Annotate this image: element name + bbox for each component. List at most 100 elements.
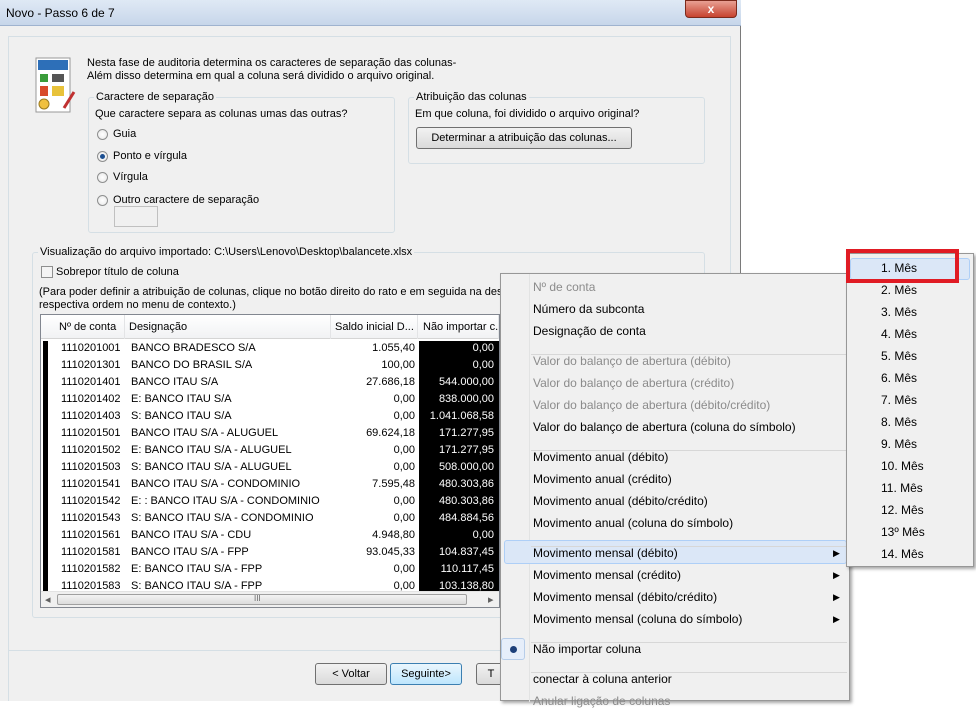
month-menu-item[interactable]: 11. Mês	[881, 481, 923, 495]
scroll-right-icon[interactable]: ▸	[488, 593, 494, 606]
month-menu-item[interactable]: 9. Mês	[881, 437, 917, 451]
table-cell: 544.000,00	[438, 376, 494, 388]
month-menu-item[interactable]: 7. Mês	[881, 393, 917, 407]
radio-guia[interactable]	[97, 129, 108, 140]
table-row[interactable]: 1110201581 BANCO ITAU S/A - FPP 93.045,33 1…	[41, 545, 499, 562]
table-body: 1110201001 BANCO BRADESCO S/A 1.055,40 0,00…	[41, 341, 499, 591]
window-title: Novo - Passo 6 de 7	[6, 6, 115, 20]
month-menu-item[interactable]: 6. Mês	[881, 371, 917, 385]
context-menu-item: Valor do balanço de abertura (débito)	[533, 354, 731, 368]
context-menu-item[interactable]: Não importar coluna	[533, 642, 641, 656]
context-menu-item: Nº de conta	[533, 280, 596, 294]
month-menu-item[interactable]: 4. Mês	[881, 327, 917, 341]
month-menu-item[interactable]: 13º Mês	[881, 525, 925, 539]
table-row[interactable]: 1110201503 S: BANCO ITAU S/A - ALUGUEL 0,0…	[41, 460, 499, 477]
preview-table[interactable]: Nº de conta Designação Saldo inicial D..…	[40, 314, 500, 608]
radio-ponto-e-virgula-label[interactable]: Ponto e vírgula	[113, 150, 187, 162]
table-row[interactable]: 1110201542 E: : BANCO ITAU S/A - CONDOMIN…	[41, 494, 499, 511]
table-row[interactable]: 1110201583 S: BANCO ITAU S/A - FPP 0,00 103…	[41, 579, 499, 591]
menu-gutter	[529, 274, 530, 702]
context-menu-item[interactable]: conectar à coluna anterior	[533, 672, 672, 686]
month-menu-item[interactable]: 3. Mês	[881, 305, 917, 319]
table-cell: 508.000,00	[438, 461, 494, 473]
table-row[interactable]: 1110201561 BANCO ITAU S/A - CDU 4.948,80 0,…	[41, 528, 499, 545]
context-menu-item: Valor do balanço de abertura (débito/cré…	[533, 398, 771, 412]
table-row[interactable]: 1110201402 E: BANCO ITAU S/A 0,00 838.000,0…	[41, 392, 499, 409]
table-row[interactable]: 1110201543 S: BANCO ITAU S/A - CONDOMINIO…	[41, 511, 499, 528]
overwrite-title-label[interactable]: Sobrepor título de coluna	[56, 266, 179, 278]
bullet-dot	[510, 646, 517, 653]
table-row[interactable]: 1110201501 BANCO ITAU S/A - ALUGUEL 69.624…	[41, 426, 499, 443]
context-menu-item[interactable]: Movimento anual (crédito)	[533, 472, 672, 486]
column-header[interactable]: Não importar c...	[419, 315, 499, 339]
context-menu-item[interactable]: Movimento mensal (débito/crédito)	[533, 590, 717, 604]
scroll-thumb[interactable]: III	[57, 594, 467, 605]
table-cell: 103.138,80	[438, 580, 494, 591]
table-cell: 1110201561	[61, 529, 121, 541]
month-menu-item[interactable]: 10. Mês	[881, 459, 924, 473]
scroll-grip-icon: III	[254, 594, 261, 603]
table-cell: 171.277,95	[438, 427, 494, 439]
table-cell: 27.686,18	[366, 376, 415, 388]
separator-legend: Caractere de separação	[94, 91, 217, 103]
table-cell: 69.624,18	[366, 427, 415, 439]
table-cell: 1110201503	[61, 461, 121, 473]
month-menu-item[interactable]: 14. Mês	[881, 547, 924, 561]
radio-virgula-label[interactable]: Vírgula	[113, 171, 148, 183]
context-menu-item[interactable]: Designação de conta	[533, 324, 646, 338]
table-cell: 1110201301	[61, 359, 121, 371]
checked-bullet-icon	[501, 638, 525, 660]
month-menu-item[interactable]: 8. Mês	[881, 415, 917, 429]
radio-ponto-e-virgula[interactable]	[97, 151, 108, 162]
separator-question: Que caractere separa as colunas umas das…	[95, 108, 348, 120]
table-row[interactable]: 1110201403 S: BANCO ITAU S/A 0,00 1.041.068…	[41, 409, 499, 426]
radio-outro[interactable]	[97, 195, 108, 206]
context-menu-item[interactable]: Movimento mensal (crédito)	[533, 568, 681, 582]
table-cell: S: BANCO ITAU S/A	[131, 410, 232, 422]
title-bar: Novo - Passo 6 de 7 x	[0, 0, 741, 26]
month-menu-item[interactable]: 5. Mês	[881, 349, 917, 363]
table-cell: 1110201542	[61, 495, 121, 507]
context-menu-item[interactable]: Movimento anual (débito)	[533, 450, 668, 464]
table-cell: 93.045,33	[366, 546, 415, 558]
table-cell: 0,00	[393, 563, 415, 575]
table-cell: 1110201001	[61, 342, 121, 354]
month-menu-item[interactable]: 2. Mês	[881, 283, 917, 297]
context-menu-item[interactable]: Movimento anual (coluna do símbolo)	[533, 516, 733, 530]
table-cell: 1110201401	[61, 376, 121, 388]
column-header[interactable]: Saldo inicial D...	[331, 315, 418, 339]
table-cell: BANCO ITAU S/A - FPP	[131, 546, 249, 558]
table-row[interactable]: 1110201001 BANCO BRADESCO S/A 1.055,40 0,00	[41, 341, 499, 358]
table-row[interactable]: 1110201502 E: BANCO ITAU S/A - ALUGUEL 0,0…	[41, 443, 499, 460]
hint-line-1: (Para poder definir a atribuição de colu…	[39, 286, 515, 298]
scroll-left-icon[interactable]: ◂	[45, 593, 51, 606]
table-cell: S: BANCO ITAU S/A - ALUGUEL	[131, 461, 292, 473]
close-button[interactable]: x	[685, 0, 737, 18]
table-cell: BANCO BRADESCO S/A	[131, 342, 256, 354]
context-menu-item[interactable]: Valor do balanço de abertura (coluna do …	[533, 420, 796, 434]
radio-outro-label[interactable]: Outro caractere de separação	[113, 194, 259, 206]
column-header[interactable]: Designação	[125, 315, 331, 339]
horizontal-scrollbar[interactable]: ◂ III ▸	[41, 591, 499, 607]
table-row[interactable]: 1110201541 BANCO ITAU S/A - CONDOMINIO 7.5…	[41, 477, 499, 494]
radio-guia-label[interactable]: Guia	[113, 128, 136, 140]
table-row[interactable]: 1110201401 BANCO ITAU S/A 27.686,18 544.000…	[41, 375, 499, 392]
context-menu-item[interactable]: Número da subconta	[533, 302, 644, 316]
table-cell: 0,00	[472, 342, 494, 354]
context-menu-item[interactable]: Movimento anual (débito/crédito)	[533, 494, 708, 508]
table-cell: 0,00	[393, 495, 415, 507]
table-row[interactable]: 1110201301 BANCO DO BRASIL S/A 100,00 0,00	[41, 358, 499, 375]
overwrite-title-checkbox[interactable]	[41, 266, 53, 278]
month-menu-item[interactable]: 12. Mês	[881, 503, 924, 517]
next-button[interactable]: Seguinte>	[390, 663, 462, 685]
table-cell: 7.595,48	[372, 478, 415, 490]
column-header[interactable]: Nº de conta	[55, 315, 125, 339]
determine-attribution-button[interactable]: Determinar a atribuição das colunas...	[416, 127, 632, 149]
other-separator-input[interactable]	[114, 206, 158, 227]
context-menu-item[interactable]: Movimento mensal (coluna do símbolo)	[533, 612, 742, 626]
radio-virgula[interactable]	[97, 172, 108, 183]
table-row[interactable]: 1110201582 E: BANCO ITAU S/A - FPP 0,00 110…	[41, 562, 499, 579]
context-menu-item[interactable]: Movimento mensal (débito)	[533, 546, 678, 560]
table-cell: 4.948,80	[372, 529, 415, 541]
back-button[interactable]: < Voltar	[315, 663, 387, 685]
